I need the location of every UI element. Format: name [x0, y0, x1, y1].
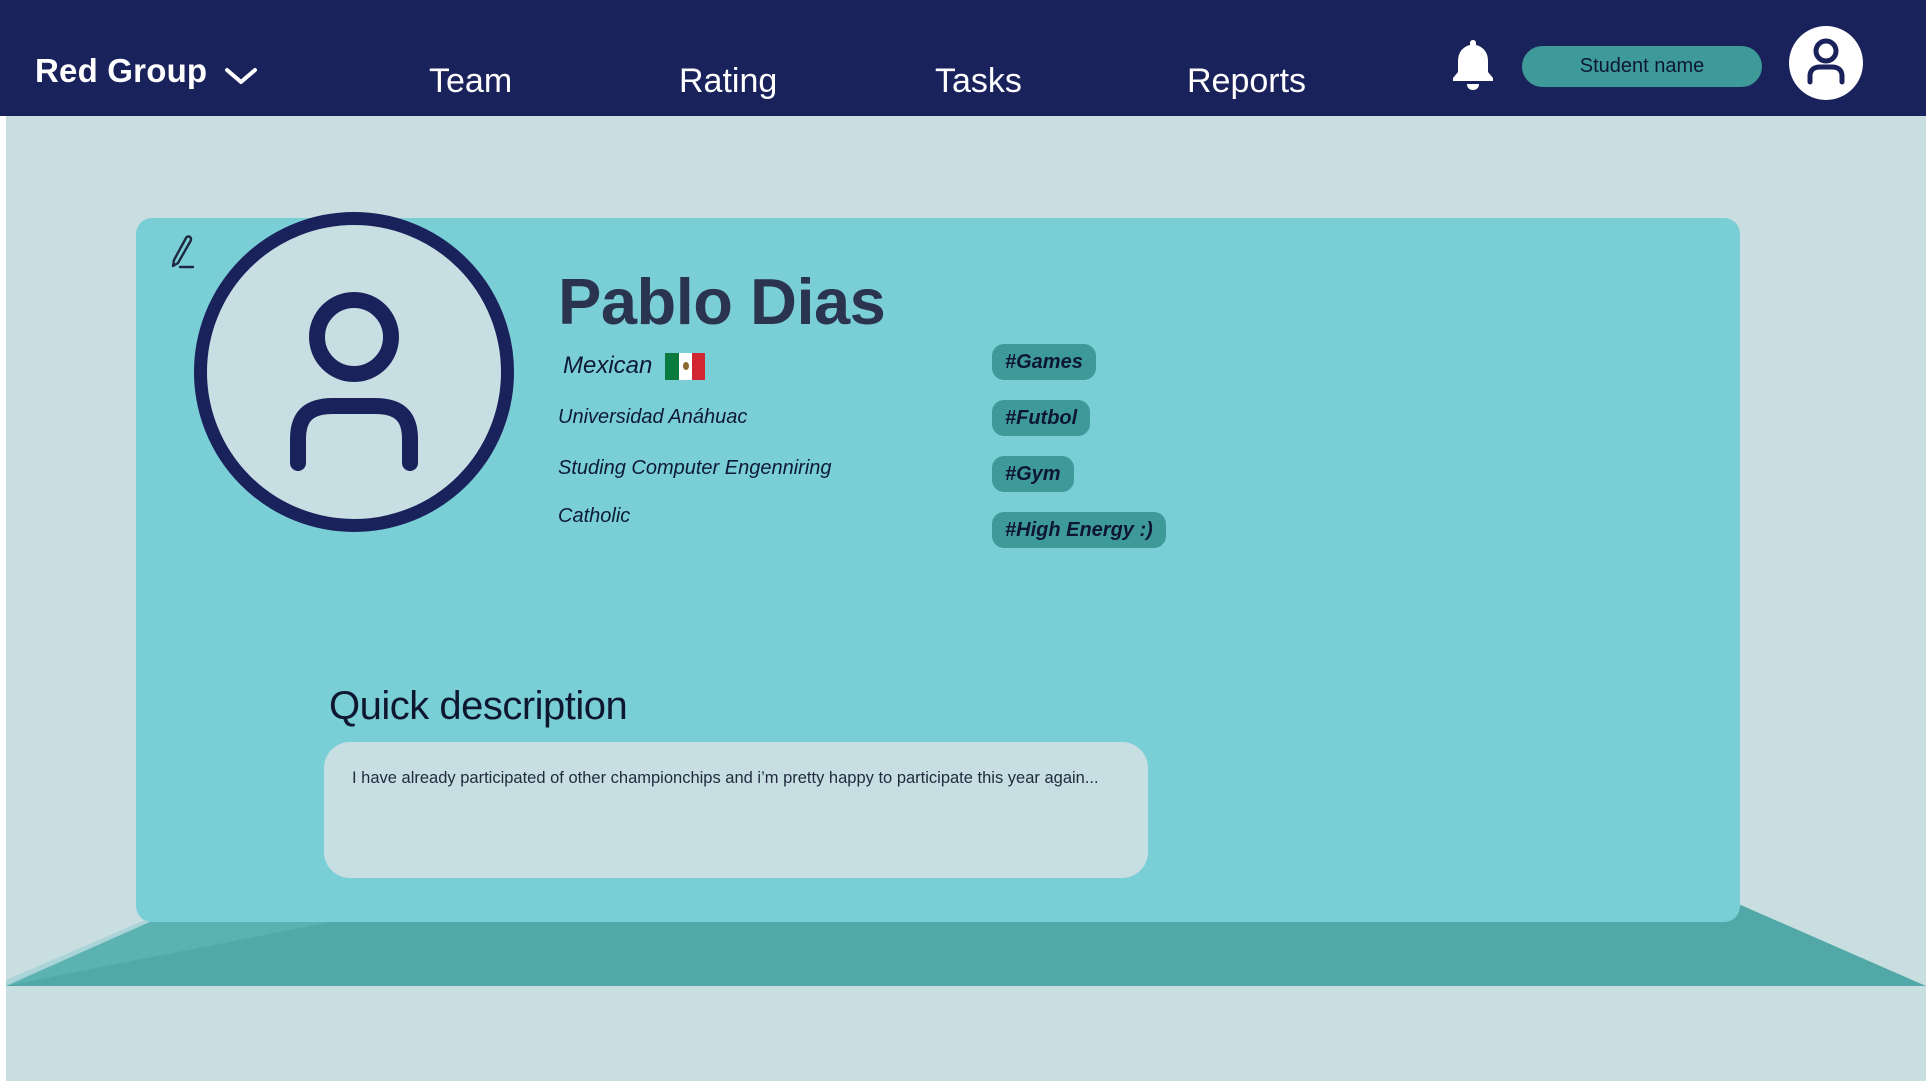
interest-tag[interactable]: #High Energy :)	[992, 512, 1166, 548]
user-icon	[290, 292, 418, 471]
religion: Catholic	[558, 505, 631, 527]
profile-avatar	[194, 212, 514, 532]
nav-tasks[interactable]: Tasks	[935, 62, 1022, 101]
description-title: Quick description	[329, 684, 628, 728]
nav-rating[interactable]: Rating	[679, 62, 777, 101]
pencil-icon[interactable]	[166, 232, 198, 272]
university: Universidad Anáhuac	[558, 406, 748, 428]
account-avatar[interactable]	[1789, 26, 1863, 100]
description-textbox[interactable]: I have already participated of other cha…	[324, 742, 1148, 878]
bell-icon[interactable]	[1448, 36, 1498, 92]
profile-name: Pablo Dias	[558, 265, 886, 338]
group-name: Red Group	[35, 52, 208, 89]
user-icon	[1807, 38, 1845, 85]
interest-tag[interactable]: #Gym	[992, 456, 1074, 492]
student-name-button[interactable]: Student name	[1522, 46, 1762, 87]
profile-card: Pablo Dias Mexican Universidad Anáhuac S…	[136, 212, 1740, 922]
studies: Studing Computer Engenniring	[558, 457, 832, 479]
interest-tag[interactable]: #Futbol	[992, 400, 1091, 436]
top-navigation-bar: Red Group Team Rating Tasks Reports Stud…	[0, 0, 1926, 116]
nav-team[interactable]: Team	[429, 62, 512, 101]
nationality: Mexican	[563, 352, 706, 380]
chevron-down-icon	[225, 68, 258, 84]
app-root: Red Group Team Rating Tasks Reports Stud…	[0, 0, 1926, 1084]
interest-tag[interactable]: #Games	[992, 344, 1096, 380]
group-selector[interactable]: Red Group	[35, 52, 259, 90]
mexico-flag-icon	[665, 352, 706, 380]
nav-reports[interactable]: Reports	[1187, 62, 1306, 101]
nationality-label: Mexican	[563, 352, 653, 379]
